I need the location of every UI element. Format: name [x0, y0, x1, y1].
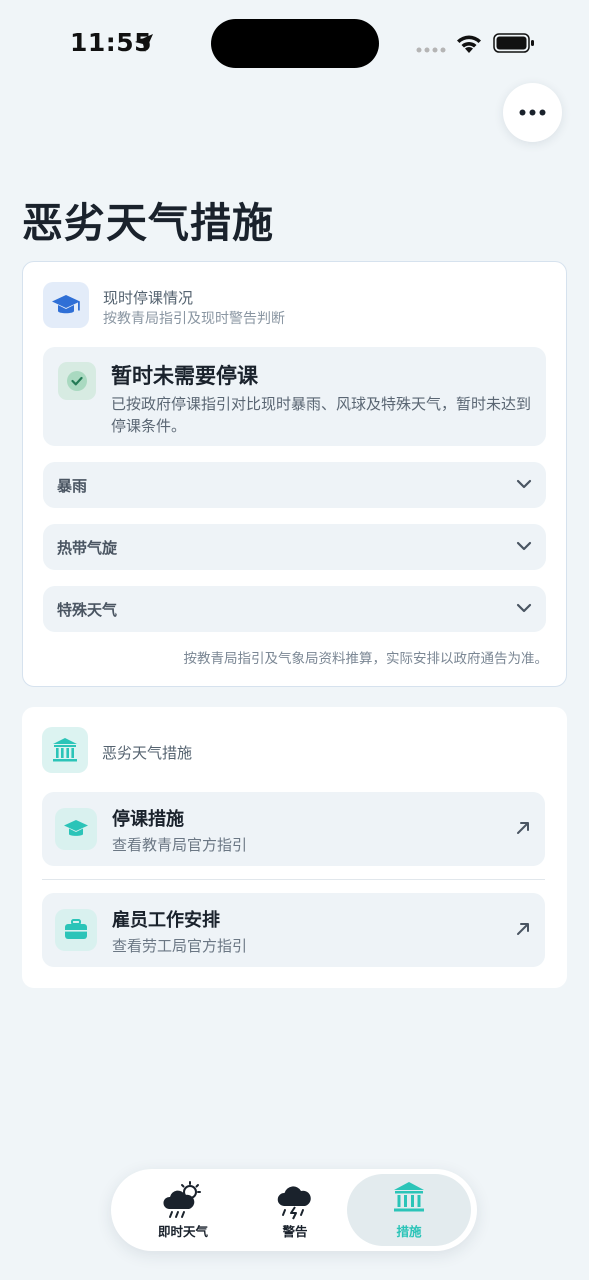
accordion-rainstorm[interactable]: 暴雨: [43, 462, 546, 508]
measures-card: 恶劣天气措施 停课措施 查看教青局官方指引 雇员工作安排 查看劳工局官方指引: [22, 707, 567, 988]
check-badge: [58, 362, 96, 400]
school-status-icon-box: [43, 282, 89, 328]
row-title: 雇员工作安排: [112, 910, 220, 931]
tab-current-weather[interactable]: 即时天气: [135, 1169, 231, 1251]
external-link-arrow-icon: [517, 822, 529, 834]
more-options-button[interactable]: [503, 83, 562, 142]
row-subtitle: 查看教青局官方指引: [112, 836, 248, 854]
graduation-cap-icon: [64, 820, 88, 836]
accordion-label: 热带气旋: [57, 539, 118, 557]
external-link-arrow-icon: [517, 923, 529, 935]
briefcase-icon: [65, 919, 87, 939]
status-title: 暂时未需要停课: [111, 364, 258, 388]
row-icon-box: [55, 909, 97, 951]
tab-warnings[interactable]: 警告: [247, 1169, 343, 1251]
school-status-header-title: 现时停课情况: [103, 289, 194, 307]
row-icon-box: [55, 808, 97, 850]
accordion-label: 特殊天气: [57, 601, 118, 619]
location-arrow-icon: [135, 34, 153, 52]
chevron-down-icon: [516, 603, 532, 613]
status-summary: 暂时未需要停课 已按政府停课指引对比现时暴雨、风球及特殊天气，暂时未达到停课条件…: [43, 347, 546, 446]
chevron-down-icon: [516, 541, 532, 551]
check-circle-icon: [67, 371, 87, 391]
class-suspension-link[interactable]: 停课措施 查看教青局官方指引: [42, 792, 545, 866]
divider: [42, 879, 545, 880]
more-dots-icon: [519, 109, 546, 116]
accordion-label: 暴雨: [57, 477, 88, 495]
accordion-typhoon[interactable]: 热带气旋: [43, 524, 546, 570]
school-status-card: 现时停课情况 按教青局指引及现时警告判断 暂时未需要停课 已按政府停课指引对比现…: [22, 261, 567, 687]
measures-icon-box: [42, 727, 88, 773]
row-subtitle: 查看劳工局官方指引: [112, 937, 248, 955]
measures-header-title: 恶劣天气措施: [102, 744, 193, 762]
tab-label: 即时天气: [157, 1224, 208, 1239]
chevron-down-icon: [516, 479, 532, 489]
tab-measures[interactable]: 措施: [347, 1174, 471, 1246]
government-building-icon: [394, 1182, 424, 1212]
status-bar: 11:55: [0, 0, 589, 88]
tab-bar: 即时天气 警告 措施: [111, 1169, 477, 1251]
dynamic-island: [211, 19, 379, 68]
graduation-cap-icon: [52, 295, 80, 314]
employee-arrangement-link[interactable]: 雇员工作安排 查看劳工局官方指引: [42, 893, 545, 967]
row-title: 停课措施: [112, 809, 184, 830]
partly-cloudy-rain-icon: [163, 1181, 201, 1218]
battery-icon: [493, 33, 534, 53]
school-status-header-subtitle: 按教青局指引及现时警告判断: [103, 311, 285, 327]
tab-label: 措施: [396, 1224, 422, 1239]
government-building-icon: [53, 738, 77, 762]
page-title: 恶劣天气措施: [22, 199, 274, 247]
thunderstorm-icon: [277, 1186, 311, 1220]
accordion-special-weather[interactable]: 特殊天气: [43, 586, 546, 632]
status-description: 已按政府停课指引对比现时暴雨、风球及特殊天气，暂时未达到停课条件。: [111, 395, 532, 435]
disclaimer-footnote: 按教青局指引及气象局资料推算，实际安排以政府通告为准。: [183, 651, 549, 667]
tab-label: 警告: [282, 1224, 308, 1239]
cellular-signal-icon: [416, 47, 446, 53]
wifi-icon: [457, 35, 481, 53]
